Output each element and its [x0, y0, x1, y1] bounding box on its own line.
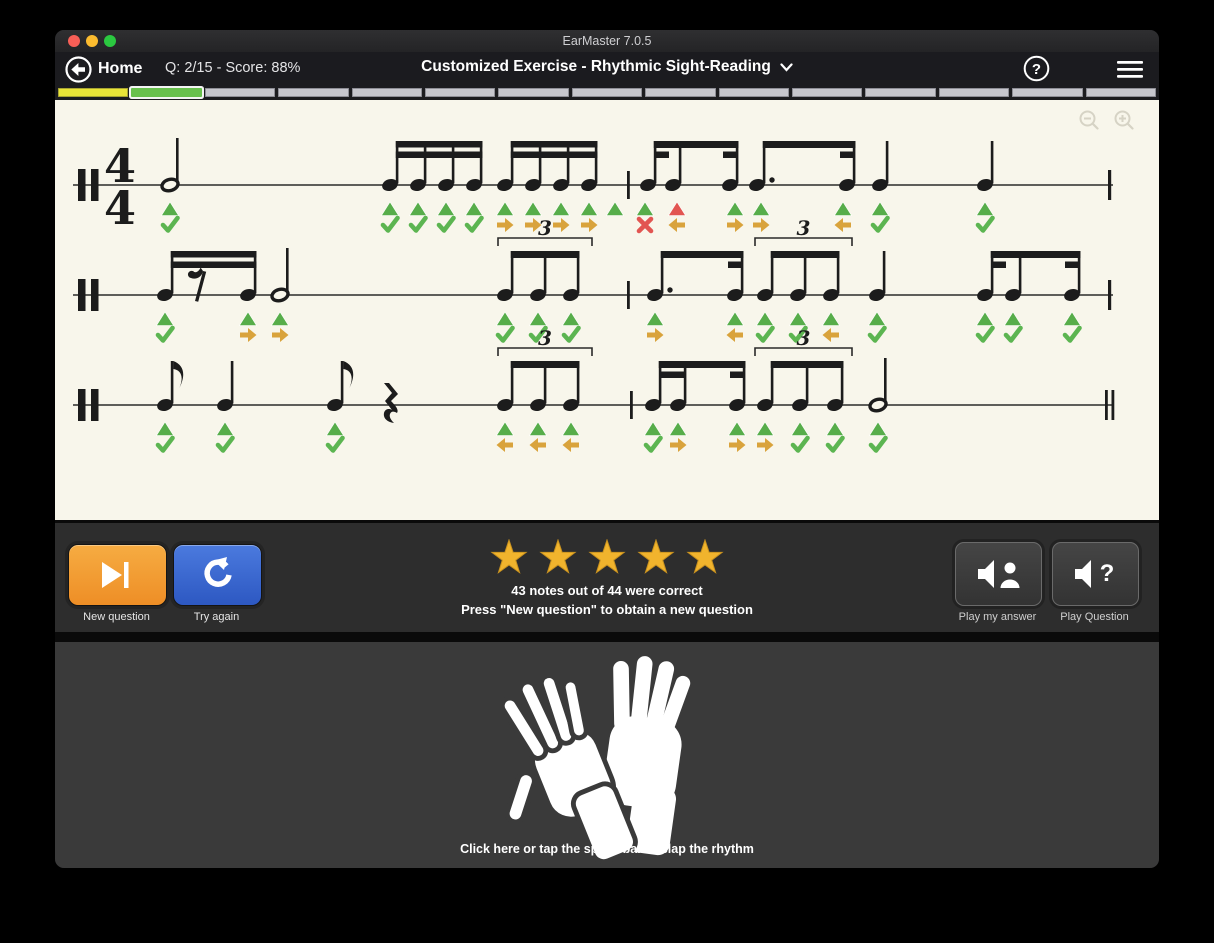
exercise-title-label: Customized Exercise - Rhythmic Sight-Rea…: [421, 58, 771, 76]
progress-segment-gray: [278, 88, 348, 97]
chevron-down-icon: [780, 63, 793, 72]
question-circle-icon: ?: [1023, 55, 1050, 82]
progress-segment-gray: [572, 88, 642, 97]
menu-button[interactable]: [1117, 61, 1143, 83]
nav-bar: Home Q: 2/15 - Score: 88% Customized Exe…: [55, 52, 1159, 86]
progress-segment-gray: [865, 88, 935, 97]
star-icon: [685, 539, 725, 577]
zoom-in-button[interactable]: [1113, 109, 1136, 137]
progress-segment-gray: [498, 88, 568, 97]
clap-caption: Click here or tap the space bar to clap …: [55, 842, 1159, 856]
window-title: EarMaster 7.0.5: [55, 30, 1159, 52]
progress-segment-gray: [1012, 88, 1082, 97]
svg-text:?: ?: [1099, 560, 1114, 587]
svg-text:3: 3: [797, 326, 811, 350]
clapping-hands-icon: [487, 656, 727, 868]
magnifier-plus-icon: [1113, 109, 1136, 132]
svg-text:4: 4: [104, 181, 136, 235]
star-icon: [538, 539, 578, 577]
play-question-button[interactable]: ?: [1052, 542, 1139, 606]
star-icon: [636, 539, 676, 577]
app-window: EarMaster 7.0.5 Home Q: 2/15 - Score: 88…: [55, 30, 1159, 868]
title-bar: EarMaster 7.0.5: [55, 30, 1159, 53]
controls-bar: New question Try again 43 notes out of 4…: [55, 520, 1159, 632]
progress-segment-gray: [1086, 88, 1156, 97]
progress-segment-green-active: [131, 88, 201, 97]
speaker-question-icon: ?: [1073, 558, 1119, 590]
progress-segment-yellow: [58, 88, 128, 97]
progress-segment-gray: [645, 88, 715, 97]
progress-segment-gray: [425, 88, 495, 97]
hamburger-icon: [1117, 61, 1143, 78]
section-divider: [55, 632, 1159, 642]
svg-text:?: ?: [1032, 61, 1041, 78]
progress-bar: [55, 86, 1159, 100]
play-question-label: Play Question: [1052, 611, 1137, 623]
progress-segment-gray: [792, 88, 862, 97]
zoom-out-button[interactable]: [1078, 109, 1101, 137]
svg-text:3: 3: [538, 216, 552, 240]
speaker-person-icon: [976, 558, 1022, 590]
progress-segment-gray: [352, 88, 422, 97]
play-my-answer-label: Play my answer: [955, 611, 1040, 623]
svg-text:3: 3: [797, 216, 811, 240]
clap-input-panel[interactable]: Click here or tap the space bar to clap …: [55, 642, 1159, 868]
star-icon: [587, 539, 627, 577]
star-icon: [489, 539, 529, 577]
play-my-answer-button[interactable]: [955, 542, 1042, 606]
page-background: EarMaster 7.0.5 Home Q: 2/15 - Score: 88…: [0, 0, 1214, 943]
progress-segment-gray: [205, 88, 275, 97]
rhythm-score: 443333: [55, 100, 1159, 520]
progress-segment-gray: [939, 88, 1009, 97]
magnifier-minus-icon: [1078, 109, 1101, 132]
svg-text:3: 3: [538, 326, 552, 350]
progress-segment-gray: [719, 88, 789, 97]
music-panel: 443333: [55, 100, 1159, 520]
help-button[interactable]: ?: [1023, 55, 1050, 87]
exercise-title-dropdown[interactable]: Customized Exercise - Rhythmic Sight-Rea…: [55, 58, 1159, 76]
